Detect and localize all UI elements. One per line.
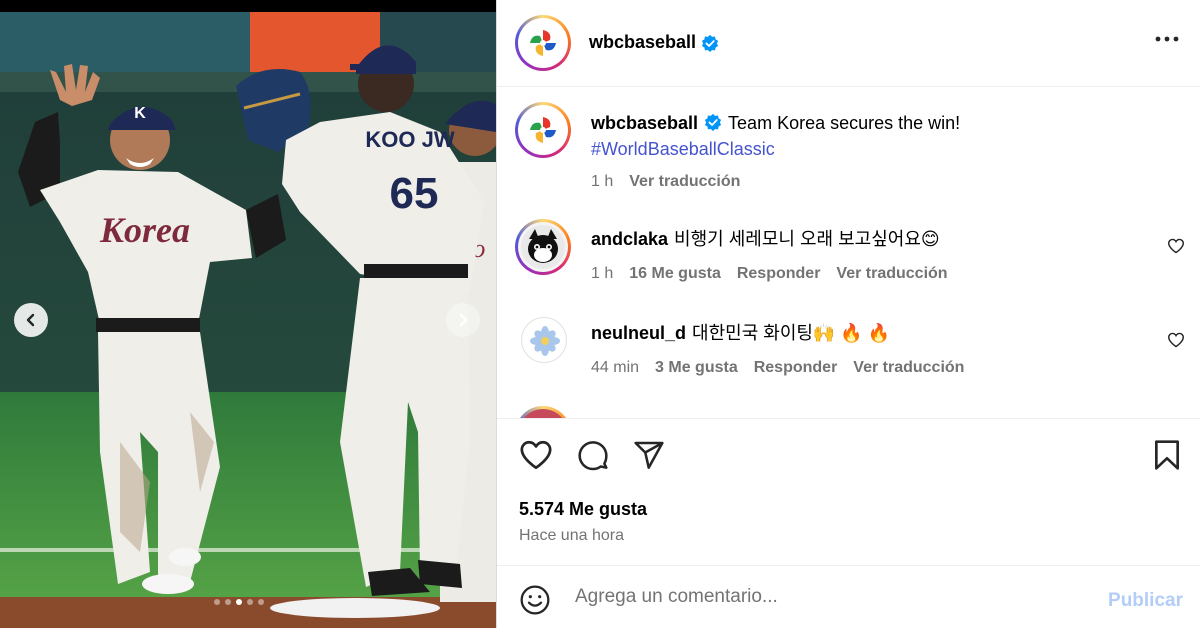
emoji-smiley-icon[interactable] (519, 584, 551, 616)
comment-translate-button[interactable]: Ver traducción (836, 265, 947, 283)
comments-list[interactable]: wbcbaseball Team Korea secures the win! … (497, 88, 1200, 418)
previous-photo-button[interactable] (14, 303, 48, 337)
verified-badge-icon (704, 113, 722, 131)
like-comment-heart-icon[interactable] (1167, 332, 1185, 348)
save-bookmark-icon[interactable] (1153, 439, 1181, 471)
wbc-logo-icon (530, 30, 556, 56)
carousel-dot (247, 599, 253, 605)
comment-likes-count[interactable]: 16 Me gusta (629, 265, 721, 283)
caption-author-avatar[interactable] (515, 102, 571, 158)
comment-age: 1 h (591, 265, 614, 282)
carousel-dot-active (236, 599, 242, 605)
comment-input[interactable] (575, 580, 1095, 614)
instagram-post: Ko K Korea (0, 0, 1200, 628)
author-avatar[interactable] (515, 15, 571, 71)
comment-text: 비행기 세레모니 오래 보고싶어요😊 (674, 229, 940, 249)
author-username[interactable]: wbcbaseball (589, 32, 696, 53)
cat-avatar-icon (521, 225, 565, 269)
comment-translate-button[interactable]: Ver traducción (853, 359, 964, 377)
comment-bubble-icon[interactable] (577, 439, 609, 471)
post-timestamp: Hace una hora (519, 527, 624, 544)
verified-badge-icon (701, 34, 719, 52)
cap-letter: K (134, 105, 146, 122)
comment-text: 대한민국 화이팅🙌 🔥 🔥 (692, 323, 891, 343)
publish-button[interactable]: Publicar (1108, 590, 1183, 612)
wbc-logo-icon (530, 117, 556, 143)
jersey-chest-text: Korea (99, 210, 190, 250)
commenter-username[interactable]: neulneul_d (591, 323, 686, 343)
caption-username[interactable]: wbcbaseball (591, 113, 698, 133)
next-commenter-avatar-partial (515, 406, 571, 418)
post-header: wbcbaseball (497, 0, 1200, 87)
share-paper-plane-icon[interactable] (633, 439, 665, 471)
photo-top-strip (0, 0, 496, 12)
chevron-right-icon (459, 313, 468, 327)
jersey-number: 65 (390, 169, 439, 218)
caption-hashtag-link[interactable]: #WorldBaseballClassic (591, 139, 775, 159)
caption-translate-button[interactable]: Ver traducción (629, 173, 740, 191)
comment-reply-button[interactable]: Responder (737, 265, 821, 283)
carousel-dot (214, 599, 220, 605)
like-comment-heart-icon[interactable] (1167, 238, 1185, 254)
comment-likes-count[interactable]: 3 Me gusta (655, 359, 738, 377)
commenter-username[interactable]: andclaka (591, 229, 668, 249)
post-details-panel: wbcbaseball wbcbaseball Team Korea secur… (496, 0, 1200, 628)
next-photo-button[interactable] (446, 303, 480, 337)
comment-meta: 1 h 16 Me gusta Responder Ver traducción (591, 265, 948, 283)
commenter-avatar[interactable] (521, 317, 567, 363)
add-comment-bar: Publicar (497, 565, 1200, 628)
baseball-players-photo: Ko K Korea (0, 12, 496, 628)
commenter-avatar[interactable] (515, 219, 571, 275)
caption-age: 1 h (591, 173, 614, 190)
chevron-left-icon (26, 313, 35, 327)
comment-age: 44 min (591, 359, 640, 376)
jersey-name: KOO JW (365, 127, 454, 152)
post-actions: 5.574 Me gusta Hace una hora (497, 418, 1200, 565)
comment-meta: 44 min 3 Me gusta Responder Ver traducci… (591, 359, 964, 377)
caption-meta: 1 h Ver traducción (591, 173, 740, 191)
post-photo[interactable]: Ko K Korea (0, 0, 496, 628)
caption-text: Team Korea secures the win! (728, 113, 961, 133)
carousel-indicators (214, 599, 264, 605)
carousel-dot (258, 599, 264, 605)
more-options-icon[interactable] (1155, 36, 1179, 42)
flower-avatar-icon (530, 326, 560, 356)
carousel-dot (225, 599, 231, 605)
like-heart-icon[interactable] (519, 439, 553, 471)
comment-reply-button[interactable]: Responder (754, 359, 838, 377)
post-likes-count[interactable]: 5.574 Me gusta (519, 499, 647, 520)
